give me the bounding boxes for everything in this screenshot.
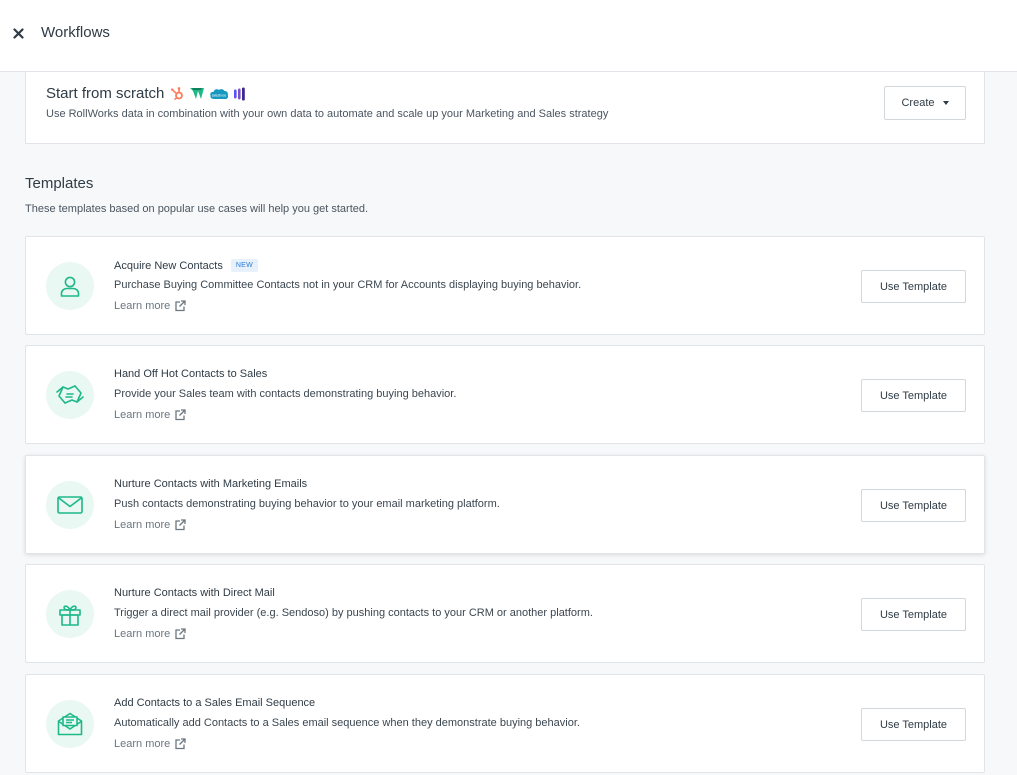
template-icon-circle	[46, 262, 94, 310]
template-description: Purchase Buying Committee Contacts not i…	[114, 279, 582, 291]
learn-more-label: Learn more	[114, 300, 171, 312]
start-from-scratch-card: Start from scratch salesforce Use RollWo…	[25, 72, 985, 144]
integration-logos: salesforce	[170, 86, 247, 101]
learn-more-label: Learn more	[114, 409, 171, 421]
template-icon-circle	[46, 481, 94, 529]
template-title: Add Contacts to a Sales Email Sequence	[114, 697, 316, 709]
learn-more-link[interactable]: Learn more	[114, 628, 186, 640]
template-description: Push contacts demonstrating buying behav…	[114, 498, 500, 510]
use-template-button[interactable]: Use Template	[861, 708, 966, 741]
top-bar: Workflows	[0, 0, 1017, 72]
template-card-nurture-marketing-emails: Nurture Contacts with Marketing Emails P…	[25, 455, 985, 554]
template-card-acquire-new-contacts: Acquire New Contacts NEW Purchase Buying…	[25, 236, 985, 335]
template-icon-circle	[46, 371, 94, 419]
salesforce-icon: salesforce	[210, 88, 229, 99]
learn-more-link[interactable]: Learn more	[114, 519, 186, 531]
template-card-sales-email-sequence: Add Contacts to a Sales Email Sequence A…	[25, 674, 985, 773]
external-link-icon	[175, 628, 186, 640]
template-card-nurture-direct-mail: Nurture Contacts with Direct Mail Trigge…	[25, 564, 985, 663]
scratch-title-row: Start from scratch salesforce	[46, 85, 247, 102]
new-badge: NEW	[230, 259, 259, 272]
template-icon-circle	[46, 700, 94, 748]
outreach-icon	[234, 87, 246, 100]
template-title: Nurture Contacts with Marketing Emails	[114, 478, 308, 490]
learn-more-link[interactable]: Learn more	[114, 300, 186, 312]
template-title-row: Acquire New Contacts NEW	[114, 259, 259, 272]
external-link-icon	[175, 738, 186, 750]
template-description: Automatically add Contacts to a Sales em…	[114, 717, 580, 729]
create-button[interactable]: Create	[884, 86, 966, 120]
learn-more-label: Learn more	[114, 628, 171, 640]
template-title-row: Add Contacts to a Sales Email Sequence	[114, 697, 315, 709]
use-template-button[interactable]: Use Template	[861, 379, 966, 412]
template-title-row: Nurture Contacts with Direct Mail	[114, 587, 275, 599]
external-link-icon	[175, 409, 186, 421]
scratch-title: Start from scratch	[46, 85, 165, 102]
template-title: Hand Off Hot Contacts to Sales	[114, 368, 268, 380]
close-button[interactable]	[10, 24, 26, 42]
hubspot-icon	[171, 87, 184, 101]
use-template-button[interactable]: Use Template	[861, 489, 966, 522]
person-icon	[60, 276, 80, 297]
template-title-row: Hand Off Hot Contacts to Sales	[114, 368, 267, 380]
open-envelope-icon	[57, 712, 83, 736]
template-title: Nurture Contacts with Direct Mail	[114, 587, 275, 599]
learn-more-label: Learn more	[114, 519, 171, 531]
envelope-icon	[57, 496, 83, 514]
external-link-icon	[175, 300, 186, 312]
learn-more-link[interactable]: Learn more	[114, 738, 186, 750]
templates-heading: Templates	[25, 175, 94, 192]
template-title: Acquire New Contacts	[114, 259, 223, 272]
use-template-button[interactable]: Use Template	[861, 270, 966, 303]
scratch-description: Use RollWorks data in combination with y…	[46, 108, 609, 120]
learn-more-label: Learn more	[114, 738, 171, 750]
external-link-icon	[175, 519, 186, 531]
learn-more-link[interactable]: Learn more	[114, 409, 186, 421]
templates-description: These templates based on popular use cas…	[25, 203, 369, 215]
page-title: Workflows	[41, 24, 110, 41]
close-icon	[12, 27, 24, 39]
marketo-icon	[190, 88, 205, 99]
gift-icon	[59, 605, 81, 626]
caret-down-icon	[942, 101, 949, 105]
template-title-row: Nurture Contacts with Marketing Emails	[114, 478, 307, 490]
template-description: Provide your Sales team with contacts de…	[114, 388, 457, 400]
template-icon-circle	[46, 590, 94, 638]
template-card-hand-off-hot-contacts: Hand Off Hot Contacts to Sales Provide y…	[25, 345, 985, 444]
template-description: Trigger a direct mail provider (e.g. Sen…	[114, 607, 593, 619]
svg-text:salesforce: salesforce	[212, 93, 227, 97]
use-template-button[interactable]: Use Template	[861, 598, 966, 631]
create-button-label: Create	[901, 97, 935, 109]
handshake-icon	[56, 385, 84, 404]
